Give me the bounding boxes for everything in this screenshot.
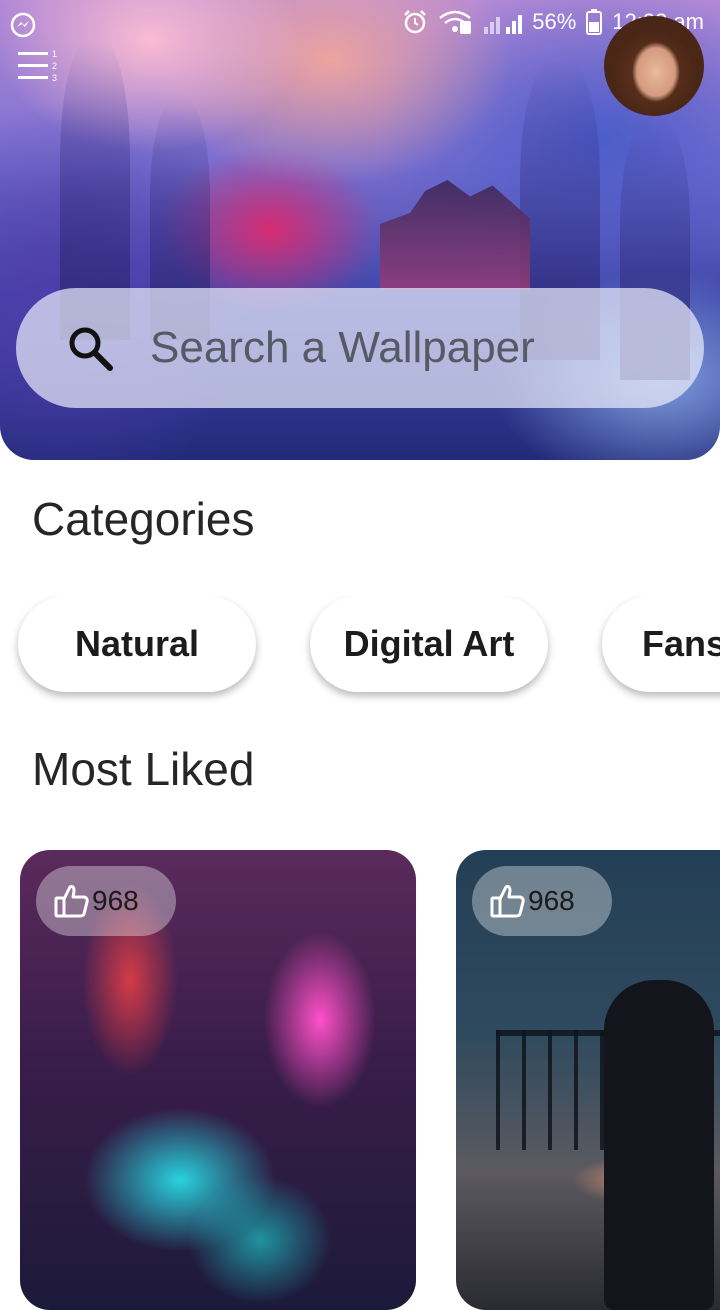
battery-icon (586, 9, 603, 35)
likes-count: 968 (92, 885, 139, 916)
categories-title: Categories (32, 493, 255, 545)
svg-text:3: 3 (52, 73, 57, 83)
thumbs-up-icon (54, 885, 89, 918)
avatar[interactable] (604, 16, 704, 116)
svg-text:1: 1 (52, 49, 57, 59)
wallpaper-card[interactable]: 968 (456, 850, 720, 1310)
most-liked-title: Most Liked (32, 743, 255, 795)
battery-percent: 56% (532, 9, 577, 34)
likes-count: 968 (528, 885, 575, 916)
search-bar[interactable] (16, 288, 704, 408)
wallpaper-card[interactable]: 968 (20, 850, 416, 1310)
alarm-icon (404, 10, 427, 34)
hero-banner: 56% 12:23 am 1 2 3 (0, 0, 720, 460)
category-list: Natural Digital Art Fans (0, 596, 720, 706)
messenger-icon (10, 12, 36, 38)
likes-badge[interactable]: 968 (36, 866, 176, 936)
category-chip-natural[interactable]: Natural (18, 596, 256, 692)
wallpaper-figure (604, 980, 714, 1310)
svg-text:2: 2 (52, 61, 57, 71)
search-icon[interactable] (66, 324, 114, 372)
signal-icon (484, 15, 523, 34)
menu-icon[interactable]: 1 2 3 (18, 48, 62, 84)
likes-badge[interactable]: 968 (472, 866, 612, 936)
wifi-icon (439, 10, 472, 34)
category-chip-digital-art[interactable]: Digital Art (310, 596, 548, 692)
category-chip-fans[interactable]: Fans (602, 596, 720, 692)
search-input[interactable] (150, 323, 650, 373)
thumbs-up-icon (490, 885, 525, 918)
background-temple (380, 180, 530, 290)
